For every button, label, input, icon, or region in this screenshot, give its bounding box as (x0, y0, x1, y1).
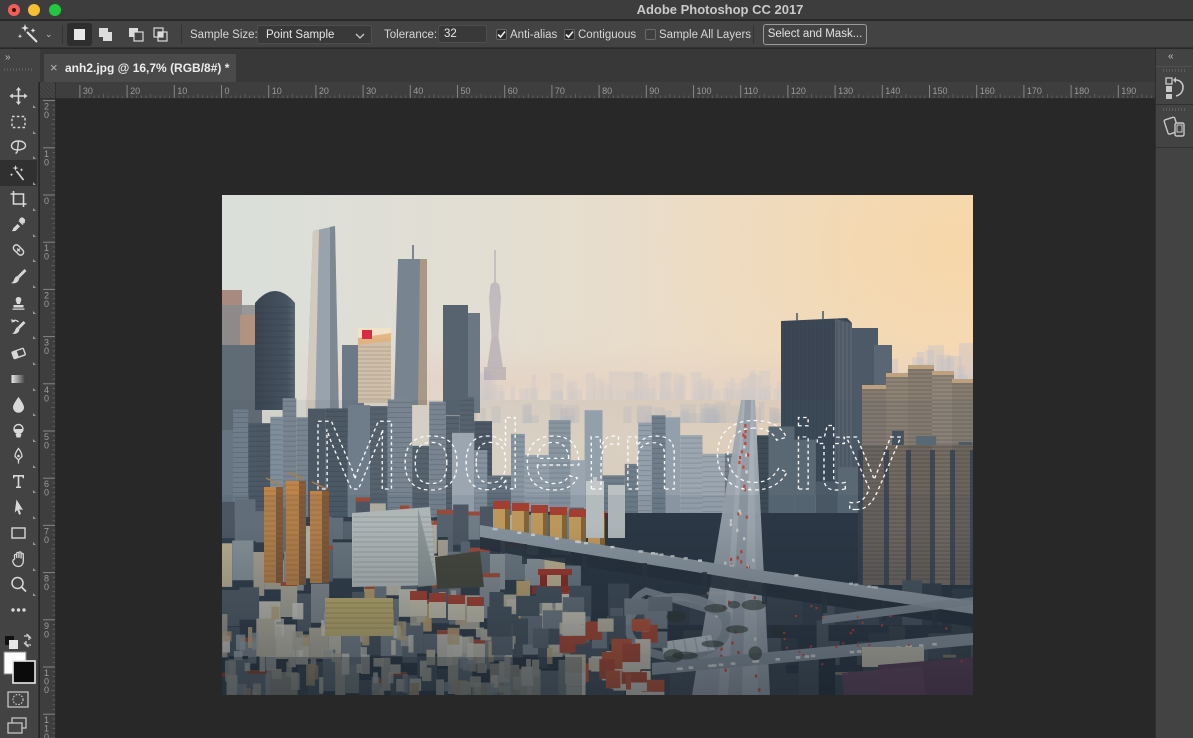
svg-text:Modern City: Modern City (309, 400, 901, 510)
svg-text:0: 0 (44, 582, 49, 592)
svg-text:110: 110 (744, 86, 758, 96)
svg-text:20: 20 (130, 86, 140, 96)
svg-text:160: 160 (980, 86, 995, 96)
svg-text:60: 60 (508, 86, 518, 96)
svg-text:150: 150 (933, 86, 948, 96)
svg-text:0: 0 (44, 488, 49, 498)
svg-text:140: 140 (885, 86, 900, 96)
svg-text:0: 0 (44, 685, 49, 695)
svg-text:0: 0 (44, 629, 49, 639)
svg-text:30: 30 (366, 86, 376, 96)
svg-text:0: 0 (44, 110, 49, 120)
svg-text:0: 0 (225, 86, 230, 96)
svg-text:80: 80 (602, 86, 612, 96)
svg-text:0: 0 (44, 732, 49, 738)
svg-text:10: 10 (177, 86, 187, 96)
svg-text:100: 100 (697, 86, 712, 96)
svg-text:90: 90 (649, 86, 659, 96)
svg-text:70: 70 (555, 86, 565, 96)
svg-text:130: 130 (838, 86, 853, 96)
svg-text:0: 0 (44, 393, 49, 403)
svg-text:0: 0 (44, 299, 49, 309)
svg-text:180: 180 (1074, 86, 1089, 96)
svg-text:0: 0 (44, 157, 49, 167)
svg-text:120: 120 (791, 86, 806, 96)
svg-text:190: 190 (1121, 86, 1136, 96)
svg-text:40: 40 (413, 86, 423, 96)
svg-text:170: 170 (1027, 86, 1042, 96)
svg-text:50: 50 (461, 86, 471, 96)
svg-text:0: 0 (44, 535, 49, 545)
svg-text:30: 30 (83, 86, 93, 96)
svg-text:0: 0 (44, 252, 49, 262)
svg-text:0: 0 (44, 441, 49, 451)
svg-text:0: 0 (44, 346, 49, 356)
svg-text:10: 10 (272, 86, 282, 96)
svg-text:0: 0 (44, 196, 49, 206)
svg-text:20: 20 (319, 86, 329, 96)
